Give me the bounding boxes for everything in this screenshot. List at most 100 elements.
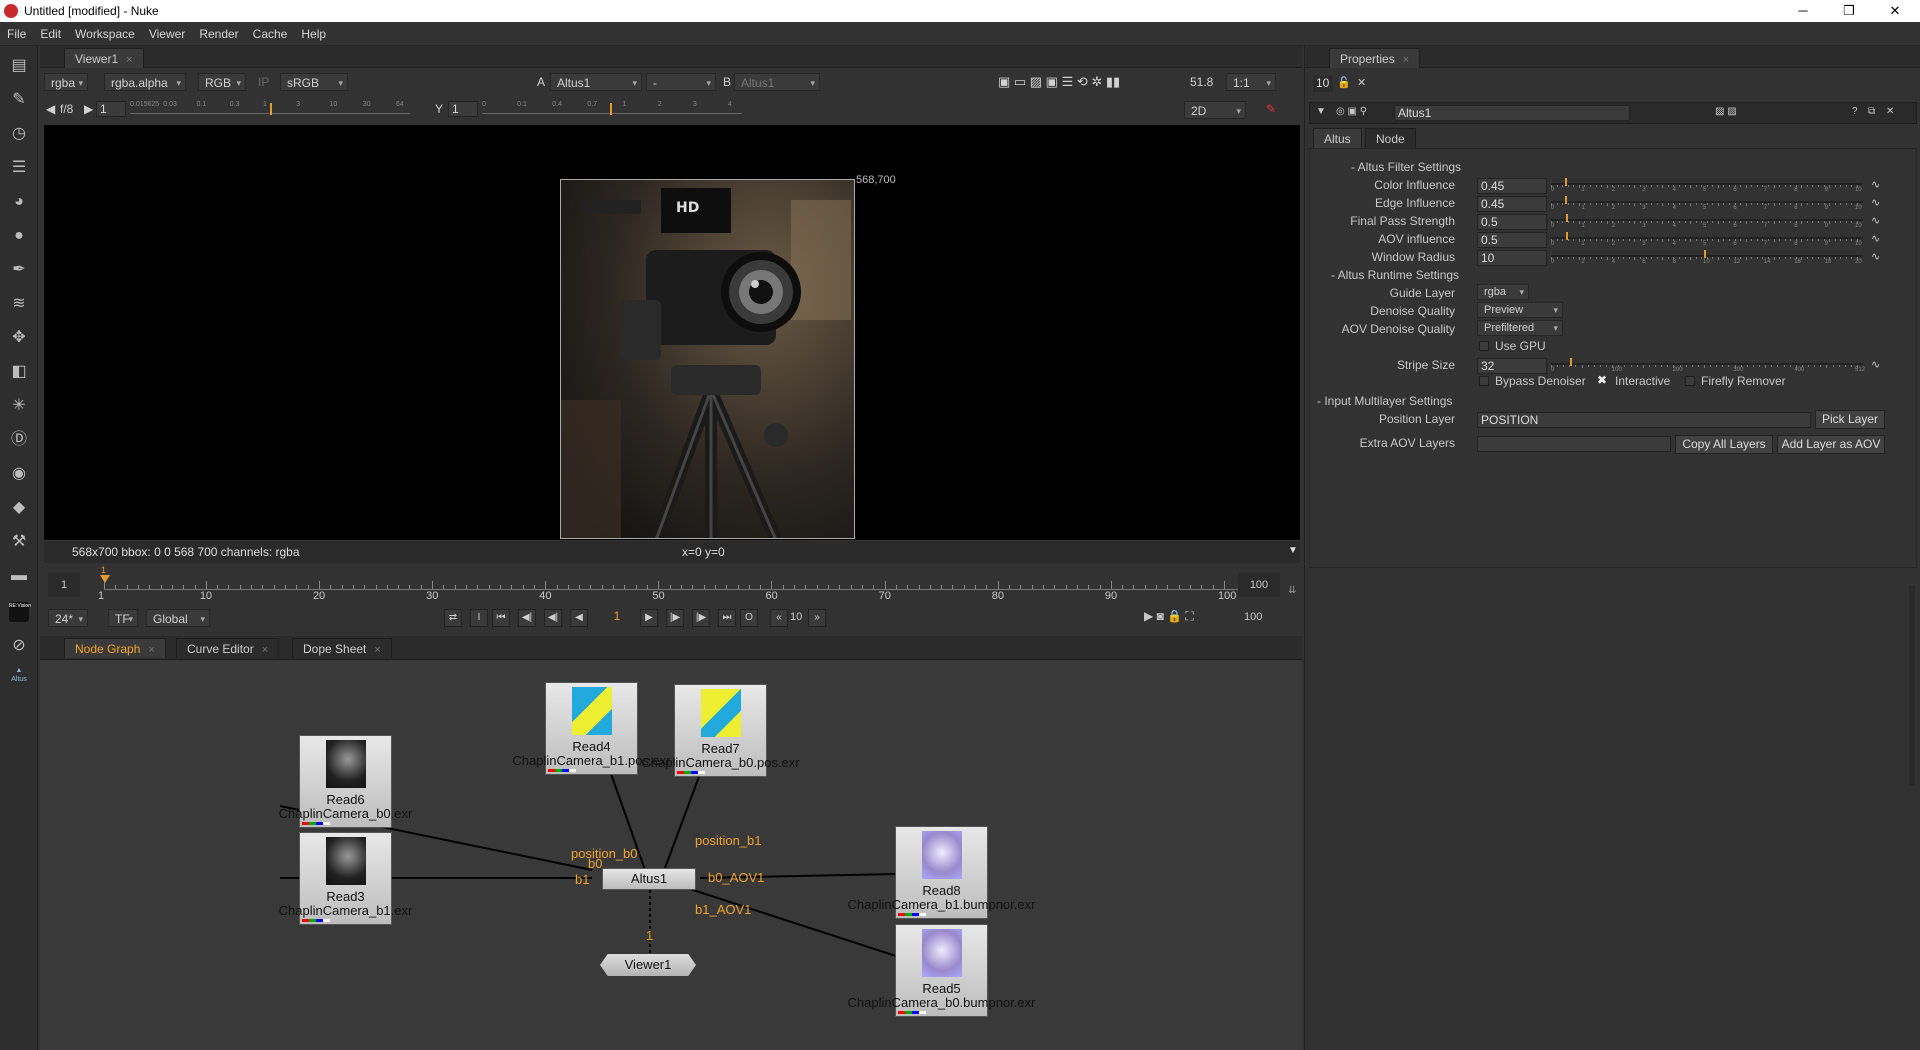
extra-aov-field[interactable] xyxy=(1477,436,1671,452)
alpha-dropdown[interactable]: rgba.alpha xyxy=(104,73,186,92)
final-pass-curve-icon[interactable]: ∿ xyxy=(1871,214,1880,227)
timeline-scrubber[interactable]: 1 10 20 30 40 50 60 70 80 90 100 1 xyxy=(98,565,1264,602)
slider-handle[interactable] xyxy=(1704,250,1706,258)
channels-dropdown[interactable]: rgba xyxy=(44,73,88,92)
tab-viewer1[interactable]: Viewer1 × xyxy=(64,48,144,68)
copy-all-layers-button[interactable]: Copy All Layers xyxy=(1675,435,1773,454)
final-pass-slider[interactable]: 0 1 2 3 4 5 6 7 8 9 10 xyxy=(1551,214,1863,230)
next-fstop-icon[interactable]: ▶ xyxy=(84,100,93,118)
color-influence-curve-icon[interactable]: ∿ xyxy=(1871,178,1880,191)
first-frame-icon[interactable]: ⏮ xyxy=(492,609,510,627)
gain-slider[interactable]: 0.015625 0.03 0.1 0.3 1 3 10 30 64 xyxy=(130,101,410,117)
fstop-value[interactable]: f/8 xyxy=(60,100,73,118)
menu-edit[interactable]: Edit xyxy=(33,22,68,46)
paint-brush-icon[interactable]: ✎ xyxy=(9,90,29,110)
menu-cache[interactable]: Cache xyxy=(246,22,295,46)
transform-icon[interactable]: ✥ xyxy=(9,328,29,348)
node-name-field[interactable]: Altus1 xyxy=(1394,105,1630,121)
node-graph-panel[interactable]: Node Graph × Curve Editor × Dope Sheet × Re… xyxy=(40,636,1302,1050)
timeline-collapse-icon[interactable]: ⇊ xyxy=(1288,585,1296,596)
prev-keyframe-icon[interactable]: ◀| xyxy=(518,609,536,627)
tab-node[interactable]: Node xyxy=(1365,128,1416,148)
edge-influence-curve-icon[interactable]: ∿ xyxy=(1871,196,1880,209)
slider-handle[interactable] xyxy=(1566,214,1569,222)
collapse-icon[interactable]: ▼ xyxy=(1316,106,1326,117)
loop-mode-icon[interactable]: ⇄ xyxy=(444,609,462,627)
a-input-dropdown[interactable]: Altus1 xyxy=(550,73,642,92)
fps-dropdown[interactable]: 24* xyxy=(48,609,88,628)
denoise-quality-dropdown[interactable]: Preview xyxy=(1477,302,1563,318)
interactive-checkbox[interactable]: ✖ xyxy=(1597,373,1607,387)
slider-handle[interactable] xyxy=(1564,178,1567,186)
close-tab-icon[interactable]: × xyxy=(126,54,132,66)
global-dropdown[interactable]: Global xyxy=(146,609,210,628)
view-mode-dropdown[interactable]: 2D xyxy=(1184,101,1246,120)
gamma-slider[interactable]: 0 0.1 0.4 0.7 1 2 3 4 xyxy=(482,101,742,117)
lut-dropdown[interactable]: sRGB xyxy=(280,73,348,92)
menu-workspace[interactable]: Workspace xyxy=(68,22,142,46)
float-icon[interactable]: ⧉ xyxy=(1868,106,1875,117)
slider-handle[interactable] xyxy=(1566,232,1569,240)
edge-influence-slider[interactable]: 0 1 2 3 4 5 6 7 8 9 10 xyxy=(1551,196,1863,212)
aov-influence-slider[interactable]: 0 1 2 3 4 5 6 7 8 9 10 xyxy=(1551,232,1863,248)
close-tab-icon[interactable]: × xyxy=(1403,54,1409,66)
ip-button[interactable]: IP xyxy=(258,73,269,91)
next-keyframe-icon[interactable]: |▶ xyxy=(692,609,710,627)
end-frame-field[interactable]: 100 xyxy=(1244,611,1262,623)
use-gpu-checkbox[interactable] xyxy=(1479,341,1489,351)
section-input-multilayer[interactable]: - Input Multilayer Settings xyxy=(1317,394,1452,408)
playhead[interactable] xyxy=(100,575,110,583)
read3-node[interactable]: Read3 ChaplinCamera_b1.exr xyxy=(279,832,412,925)
gain-field[interactable]: 1 xyxy=(96,101,126,117)
revision-icon[interactable]: RE:Vision xyxy=(9,602,31,622)
firefly-remover-checkbox[interactable] xyxy=(1685,376,1695,386)
viewer-tool-icon[interactable]: ▤ xyxy=(9,56,29,76)
aov-denoise-dropdown[interactable]: Prefiltered xyxy=(1477,320,1563,336)
tab-properties[interactable]: Properties × xyxy=(1329,48,1421,68)
window-radius-slider[interactable]: 0 2 4 6 8 10 12 14 16 18 20 xyxy=(1551,250,1863,266)
section-runtime-settings[interactable]: - Altus Runtime Settings xyxy=(1331,268,1459,282)
gamma-field[interactable]: 1 xyxy=(448,101,478,117)
color-influence-field[interactable]: 0.45 xyxy=(1477,178,1547,194)
final-pass-field[interactable]: 0.5 xyxy=(1477,214,1547,230)
slider-handle[interactable] xyxy=(1570,358,1573,366)
lock-icon[interactable]: 🔓 xyxy=(1337,76,1351,89)
edge-influence-field[interactable]: 0.45 xyxy=(1477,196,1547,212)
tf-dropdown[interactable]: TF xyxy=(108,609,138,628)
menu-render[interactable]: Render xyxy=(192,22,245,46)
properties-scrollbar[interactable] xyxy=(1909,586,1915,786)
compare-dropdown[interactable]: - xyxy=(646,73,716,92)
play-backward-icon[interactable]: ◀ xyxy=(570,609,588,627)
display-dropdown[interactable]: RGB xyxy=(198,73,246,92)
layers-icon[interactable]: ≋ xyxy=(9,294,29,314)
node-icons[interactable]: ◎ ▣ ⚲ xyxy=(1336,106,1367,117)
add-layer-aov-button[interactable]: Add Layer as AOV xyxy=(1777,435,1885,454)
out-point-icon[interactable]: O xyxy=(740,609,758,627)
aov-influence-curve-icon[interactable]: ∿ xyxy=(1871,232,1880,245)
wrench-icon[interactable]: ⚒ xyxy=(9,532,29,552)
current-frame-field[interactable]: 1 xyxy=(600,609,634,627)
bypass-denoiser-checkbox[interactable] xyxy=(1479,376,1489,386)
keyer-icon[interactable]: ◆ xyxy=(9,498,29,518)
read7-node[interactable]: Read7 ChaplinCamera_b0.pos.exr xyxy=(641,684,800,777)
viewer-icons[interactable]: ▣ ▭ ▨ ▣ ☰ ⟲ ✲ ▮▮ xyxy=(998,73,1120,91)
pick-layer-button[interactable]: Pick Layer xyxy=(1815,410,1885,429)
menu-viewer[interactable]: Viewer xyxy=(142,22,192,46)
clear-panels-icon[interactable]: ✕ xyxy=(1357,76,1366,89)
menu-help[interactable]: Help xyxy=(294,22,333,46)
menu-file[interactable]: File xyxy=(0,22,33,46)
status-expand-icon[interactable]: ▼ xyxy=(1288,545,1298,556)
ratio-dropdown[interactable]: 1:1 xyxy=(1226,73,1276,92)
window-radius-curve-icon[interactable]: ∿ xyxy=(1871,250,1880,263)
minimize-button[interactable]: ─ xyxy=(1780,0,1826,22)
viewer1-node[interactable]: Viewer1 xyxy=(600,954,696,976)
read5-node[interactable]: Read5 ChaplinCamera_b0.bumpnor.exr xyxy=(848,924,1035,1017)
maximize-button[interactable]: ❐ xyxy=(1826,0,1872,22)
cube-icon[interactable]: ◧ xyxy=(9,362,29,382)
close-node-icon[interactable]: ✕ xyxy=(1886,106,1894,117)
color-influence-slider[interactable]: 0 1 2 3 4 5 6 7 8 9 10 xyxy=(1551,178,1863,194)
zoom-value[interactable]: 51.8 xyxy=(1190,73,1213,91)
window-radius-field[interactable]: 10 xyxy=(1477,250,1547,266)
prev-frame-icon[interactable]: ◀| xyxy=(544,609,562,627)
play-forward-icon[interactable]: ▶ xyxy=(640,609,658,627)
